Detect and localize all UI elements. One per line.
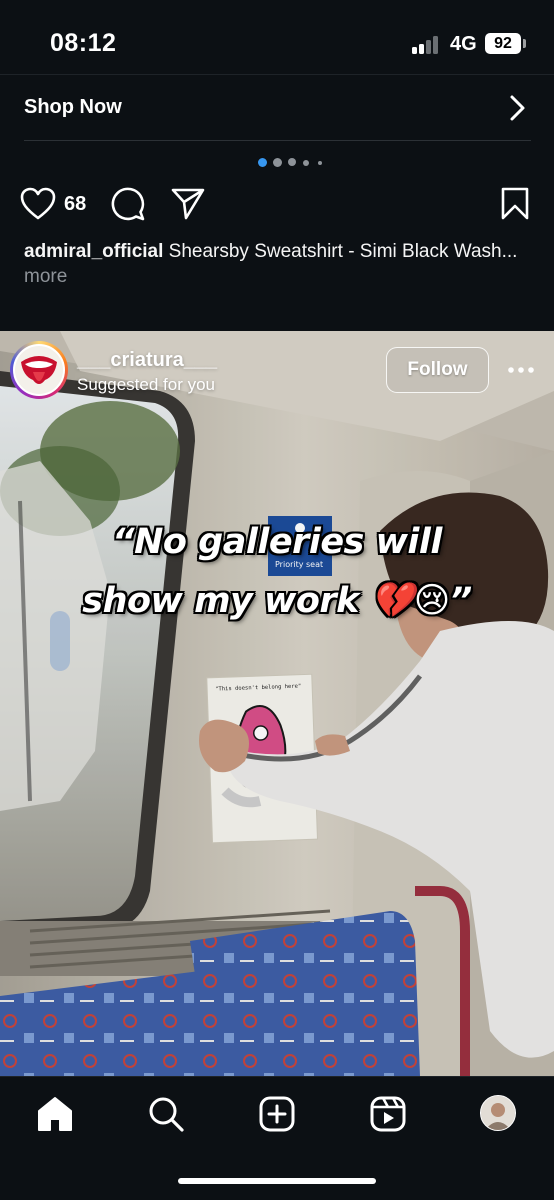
carousel-dot [288,158,296,166]
profile-avatar[interactable] [480,1095,516,1131]
comment-icon[interactable] [110,186,146,222]
caption-more-link[interactable]: more [24,266,67,287]
caption-username[interactable]: admiral_official [24,241,163,262]
divider [24,140,531,141]
reel-frame-illustration: Priority seat "This doesn't belong here" [0,331,554,1076]
reel-overlay-text-line2: show my work 💔😢” [82,581,472,621]
shop-now-label: Shop Now [24,96,122,118]
carousel-dot-active [258,158,267,167]
reel-username[interactable]: ___criatura___ [77,349,217,372]
reel-video[interactable]: Priority seat "This doesn't belong here" [0,331,554,1076]
bookmark-icon[interactable] [501,187,531,221]
signal-strength-icon [412,36,442,54]
carousel-dot [318,161,322,165]
post-caption[interactable]: admiral_official Shearsby Sweatshirt - S… [24,239,524,289]
chevron-right-icon[interactable] [508,94,528,122]
more-options-icon[interactable] [508,366,534,374]
carousel-dot [303,160,309,166]
battery-icon: 92 [485,33,521,54]
heart-icon[interactable] [20,187,56,221]
profile-photo [481,1096,515,1130]
status-time: 08:12 [50,29,117,57]
network-type: 4G [450,33,477,55]
battery-nub [523,39,526,48]
suggested-label: Suggested for you [77,375,215,394]
follow-button[interactable]: Follow [386,347,489,393]
carousel-dot [273,158,282,167]
shop-now-cta[interactable]: Shop Now [0,76,554,140]
reels-icon[interactable] [368,1094,408,1134]
search-icon[interactable] [146,1094,186,1134]
like-count[interactable]: 68 [64,193,86,216]
home-indicator [178,1178,376,1184]
tongue-logo-icon [15,346,63,394]
home-icon[interactable] [35,1094,75,1134]
reel-overlay-text-line1: “No galleries will [112,522,442,562]
create-icon[interactable] [257,1094,297,1134]
share-icon[interactable] [170,187,206,221]
divider [0,74,554,75]
caption-text: Shearsby Sweatshirt - Simi Black Wash... [163,241,518,262]
avatar[interactable] [13,344,65,396]
status-bar: 08:12 4G 92 [0,0,554,74]
